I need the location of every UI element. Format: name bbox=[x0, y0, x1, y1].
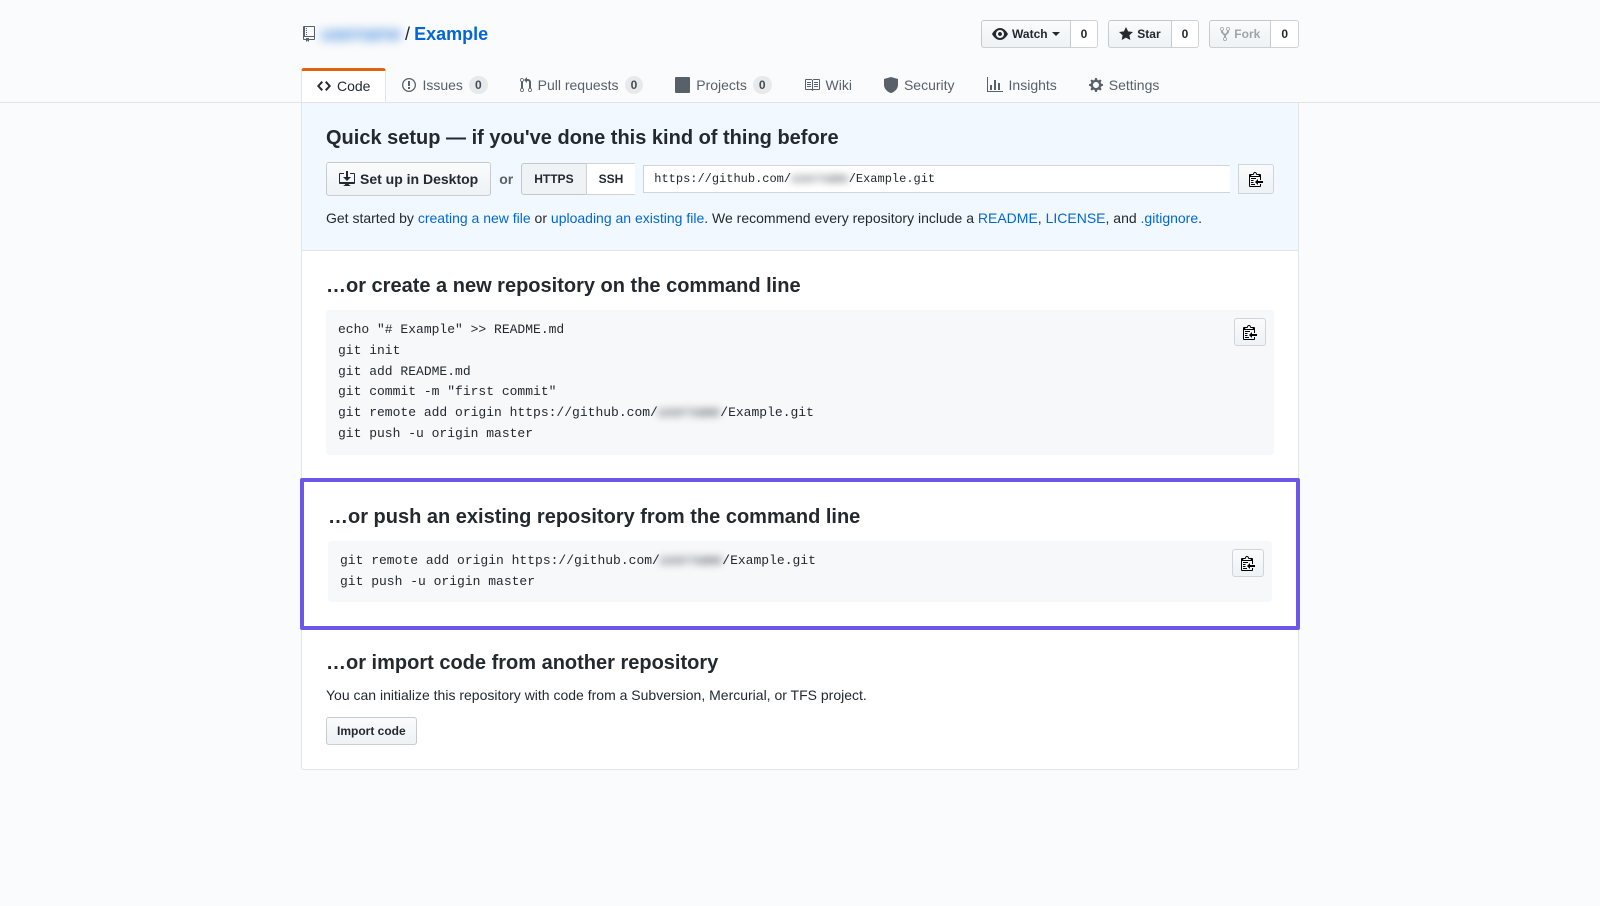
upload-file-link[interactable]: uploading an existing file bbox=[551, 210, 704, 226]
clipboard-icon bbox=[1241, 555, 1255, 571]
create-new-file-link[interactable]: creating a new file bbox=[418, 210, 531, 226]
clipboard-icon bbox=[1249, 171, 1263, 187]
license-link[interactable]: LICENSE bbox=[1046, 210, 1106, 226]
import-desc: You can initialize this repository with … bbox=[326, 687, 1274, 703]
owner-link[interactable]: username bbox=[321, 24, 401, 45]
push-cli-title: …or push an existing repository from the… bbox=[328, 506, 1272, 529]
quick-setup-title: Quick setup — if you've done this kind o… bbox=[326, 127, 1274, 150]
copy-create-cli-button[interactable] bbox=[1234, 318, 1266, 346]
tab-code[interactable]: Code bbox=[301, 68, 386, 102]
repo-link[interactable]: Example bbox=[414, 24, 488, 44]
gear-icon bbox=[1089, 77, 1103, 93]
import-section: …or import code from another repository … bbox=[302, 628, 1298, 769]
setup-desktop-button[interactable]: Set up in Desktop bbox=[326, 162, 491, 196]
star-icon bbox=[1119, 26, 1133, 42]
gitignore-link[interactable]: .gitignore bbox=[1141, 210, 1199, 226]
clone-url-input[interactable]: https://github.com/username/Example.git bbox=[643, 165, 1230, 193]
tab-security[interactable]: Security bbox=[868, 68, 971, 102]
shield-icon bbox=[884, 77, 898, 93]
breadcrumb: username / Example bbox=[301, 24, 488, 45]
create-cli-code[interactable]: echo "# Example" >> README.md git init g… bbox=[326, 310, 1274, 455]
create-cli-section: …or create a new repository on the comma… bbox=[302, 251, 1298, 480]
import-title: …or import code from another repository bbox=[326, 652, 1274, 675]
tab-settings[interactable]: Settings bbox=[1073, 68, 1176, 102]
push-cli-code[interactable]: git remote add origin https://github.com… bbox=[328, 541, 1272, 603]
eye-icon bbox=[992, 26, 1008, 42]
pr-icon bbox=[520, 77, 532, 93]
create-cli-title: …or create a new repository on the comma… bbox=[326, 275, 1274, 298]
star-count[interactable]: 0 bbox=[1172, 20, 1200, 48]
star-button[interactable]: Star bbox=[1108, 20, 1171, 48]
starter-help-text: Get started by creating a new file or up… bbox=[326, 210, 1274, 226]
tab-projects[interactable]: Projects 0 bbox=[659, 68, 787, 102]
star-group: Star 0 bbox=[1108, 20, 1199, 48]
fork-count[interactable]: 0 bbox=[1271, 20, 1299, 48]
tab-pulls[interactable]: Pull requests 0 bbox=[504, 68, 660, 102]
repo-tabs: Code Issues 0 Pull requests 0 Projects 0… bbox=[301, 68, 1299, 102]
desktop-download-icon bbox=[339, 171, 355, 187]
tab-insights[interactable]: Insights bbox=[971, 68, 1073, 102]
copy-url-button[interactable] bbox=[1238, 164, 1274, 194]
chevron-down-icon bbox=[1052, 32, 1060, 36]
ssh-button[interactable]: SSH bbox=[586, 163, 636, 195]
or-separator: or bbox=[499, 171, 513, 187]
code-icon bbox=[317, 78, 331, 94]
watch-button[interactable]: Watch bbox=[981, 20, 1071, 48]
book-icon bbox=[804, 77, 820, 93]
fork-icon bbox=[1220, 26, 1230, 42]
quick-setup-box: Quick setup — if you've done this kind o… bbox=[302, 103, 1298, 251]
copy-push-cli-button[interactable] bbox=[1232, 549, 1264, 577]
https-button[interactable]: HTTPS bbox=[521, 163, 585, 195]
tab-wiki[interactable]: Wiki bbox=[788, 68, 868, 102]
clipboard-icon bbox=[1243, 324, 1257, 340]
import-code-button[interactable]: Import code bbox=[326, 717, 417, 745]
fork-button[interactable]: Fork bbox=[1209, 20, 1271, 48]
fork-group: Fork 0 bbox=[1209, 20, 1299, 48]
watch-count[interactable]: 0 bbox=[1071, 20, 1099, 48]
repo-icon bbox=[301, 26, 317, 42]
graph-icon bbox=[987, 77, 1003, 93]
issue-icon bbox=[402, 77, 416, 93]
project-icon bbox=[675, 77, 690, 93]
breadcrumb-sep: / bbox=[405, 24, 410, 45]
push-cli-section: …or push an existing repository from the… bbox=[300, 478, 1300, 631]
tab-issues[interactable]: Issues 0 bbox=[386, 68, 503, 102]
readme-link[interactable]: README bbox=[978, 210, 1038, 226]
watch-group: Watch 0 bbox=[981, 20, 1098, 48]
